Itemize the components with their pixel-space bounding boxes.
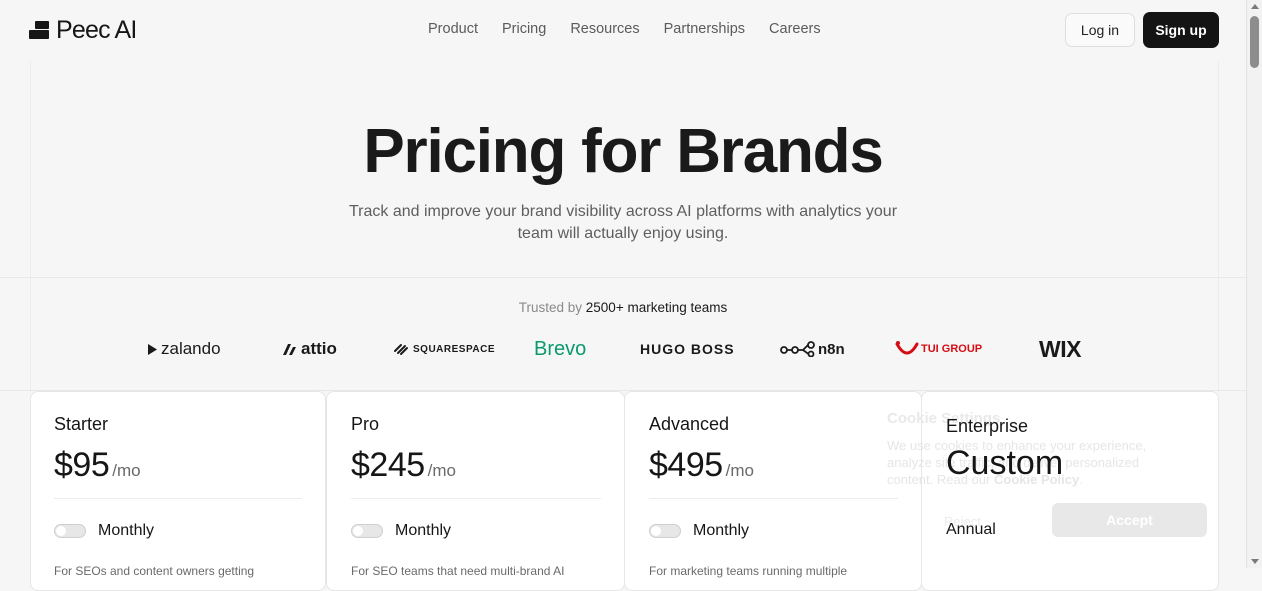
plan-card-starter: Starter $95/mo Monthly For SEOs and cont… <box>30 391 326 591</box>
trusted-highlight: 2500+ marketing teams <box>585 300 728 315</box>
plan-name: Advanced <box>649 414 730 434</box>
billing-toggle[interactable] <box>351 524 383 538</box>
nav-links: Product Pricing Resources Partnerships C… <box>428 21 845 37</box>
plan-price: $495/mo <box>649 446 754 485</box>
logo-attio: attio <box>282 336 337 362</box>
plan-divider <box>54 498 302 499</box>
peec-logo-icon <box>29 19 50 41</box>
login-button[interactable]: Log in <box>1065 13 1135 47</box>
tui-smile-icon <box>895 341 919 355</box>
plan-card-pro: Pro $245/mo Monthly For SEO teams that n… <box>326 391 625 591</box>
toggle-knob <box>353 526 363 536</box>
n8n-mark-icon <box>780 341 815 357</box>
plan-price: $245/mo <box>351 446 456 485</box>
plan-price-value: $245 <box>351 446 425 484</box>
page-scrollbar[interactable] <box>1246 0 1262 568</box>
plan-description: For SEO teams that need multi-brand AI <box>351 564 565 578</box>
zalando-mark-icon <box>148 343 157 355</box>
signup-button[interactable]: Sign up <box>1143 12 1219 48</box>
logo-wix-text: WIX <box>1039 335 1081 362</box>
logo-zalando: zalando <box>146 336 221 362</box>
billing-label: Monthly <box>693 522 750 539</box>
plan-name-enterprise: Enterprise <box>946 416 1029 436</box>
plan-divider <box>649 498 898 499</box>
logo-n8n: n8n <box>780 336 845 362</box>
plan-price-value: $495 <box>649 446 723 484</box>
nav-link-partnerships[interactable]: Partnerships <box>664 21 745 37</box>
top-nav: Peec AI Product Pricing Resources Partne… <box>0 0 1246 62</box>
brand-logo[interactable]: Peec AI <box>29 15 137 44</box>
squarespace-mark-icon <box>394 344 408 355</box>
billing-label: Monthly <box>98 522 155 539</box>
logo-squarespace: SQUARESPACE <box>393 336 495 362</box>
logo-brevo: Brevo <box>534 336 586 362</box>
trusted-by-text: Trusted by 2500+ marketing teams <box>0 300 1246 315</box>
logo-tui-text: TUI GROUP <box>921 343 983 355</box>
toggle-knob <box>651 526 661 536</box>
billing-toggle[interactable] <box>649 524 681 538</box>
attio-mark-icon <box>283 344 296 355</box>
nav-link-resources[interactable]: Resources <box>570 21 639 37</box>
cookie-banner: Cookie Settings We use cookies to enhanc… <box>877 400 1222 568</box>
logo-n8n-text: n8n <box>818 340 845 358</box>
frame-line-right <box>1218 62 1219 392</box>
plan-price-period: /mo <box>112 461 141 480</box>
nav-link-product[interactable]: Product <box>428 21 478 37</box>
plan-name: Starter <box>54 414 109 434</box>
nav-link-careers[interactable]: Careers <box>769 21 821 37</box>
nav-link-pricing[interactable]: Pricing <box>502 21 546 37</box>
plan-divider <box>351 498 601 499</box>
scrollbar-thumb[interactable] <box>1250 16 1259 68</box>
logo-zalando-text: zalando <box>161 339 221 358</box>
billing-label: Monthly <box>395 522 452 539</box>
logo-squarespace-text: SQUARESPACE <box>413 343 495 355</box>
frame-line-left <box>30 62 31 392</box>
plan-price-period: /mo <box>427 461 456 480</box>
billing-label-enterprise: Annual <box>946 521 996 538</box>
logo-hugo-boss: HUGO BOSS <box>640 336 735 362</box>
logo-wix: WIX <box>1039 336 1081 362</box>
logo-tui-group: TUI GROUP <box>895 336 982 362</box>
scroll-up-icon[interactable] <box>1251 4 1259 9</box>
plan-description: For marketing teams running multiple <box>649 564 848 578</box>
brand-name: Peec AI <box>56 15 137 44</box>
divider-hero <box>0 277 1246 278</box>
plan-price-enterprise: Custom <box>946 444 1064 482</box>
plan-price-period: /mo <box>725 461 754 480</box>
scroll-down-icon[interactable] <box>1251 559 1259 564</box>
logo-attio-text: attio <box>301 339 337 358</box>
plan-price: $95/mo <box>54 446 141 485</box>
plan-name: Pro <box>351 414 380 434</box>
cookie-accept-button[interactable]: Accept <box>1052 503 1207 537</box>
billing-toggle[interactable] <box>54 524 86 538</box>
plan-price-value: $95 <box>54 446 110 484</box>
trusted-prefix: Trusted by <box>518 300 583 315</box>
logo-hugo-boss-text: HUGO BOSS <box>640 341 735 357</box>
page-subtitle: Track and improve your brand visibility … <box>348 203 898 242</box>
toggle-knob <box>56 526 66 536</box>
page-title: Pricing for Brands <box>363 117 883 186</box>
logo-brevo-text: Brevo <box>534 337 587 360</box>
plan-description: For SEOs and content owners getting <box>54 564 255 578</box>
